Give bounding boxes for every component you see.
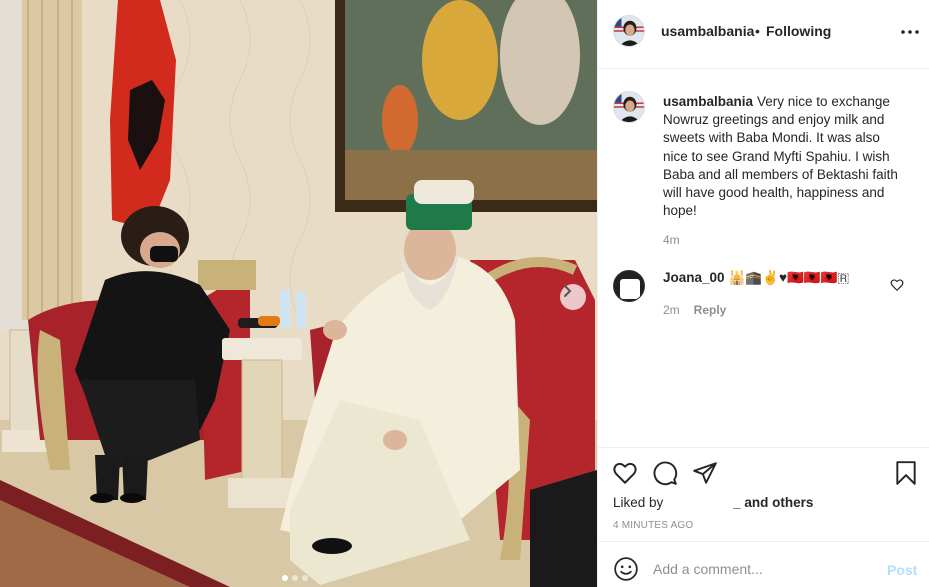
- comment-meta: 2m Reply: [663, 303, 726, 317]
- post-caption: usambalbania Very nice to exchange Nowruz…: [663, 93, 908, 220]
- author-username[interactable]: usambalbania: [661, 23, 754, 39]
- more-horizontal-icon: [901, 30, 919, 34]
- avatar-portrait-icon: [614, 16, 644, 46]
- like-button[interactable]: [612, 460, 638, 486]
- post-actions: Liked by _ and others 4 MINUTES AGO: [598, 447, 929, 541]
- caption-text: Very nice to exchange Nowruz greetings a…: [663, 94, 898, 219]
- comment-button[interactable]: [652, 460, 678, 486]
- comment-icon: [653, 461, 678, 486]
- more-options-button[interactable]: [898, 20, 922, 44]
- emoji-button[interactable]: [613, 556, 639, 582]
- post-sidebar: usambalbania • Following usambalbania Ver…: [597, 0, 929, 587]
- liked-by-username-suffix[interactable]: _: [733, 495, 741, 510]
- commenter-avatar[interactable]: [613, 270, 645, 302]
- follow-separator: •: [755, 23, 760, 39]
- caption-timestamp[interactable]: 4m: [663, 233, 680, 247]
- post-photo-illustration: [0, 0, 597, 587]
- liked-by-summary: Liked by _ and others: [613, 495, 813, 510]
- chevron-right-icon: [564, 285, 572, 297]
- commenter-username[interactable]: Joana_00: [663, 270, 725, 285]
- comment-body: 🕌🕋✌️♥🇦🇱🇦🇱🇦🇱🇷: [728, 270, 850, 285]
- heart-icon: [613, 462, 637, 484]
- comment-input[interactable]: [653, 555, 873, 583]
- liked-by-user-redacted: [667, 497, 734, 507]
- carousel-dot-2: [292, 575, 298, 581]
- following-button[interactable]: Following: [766, 23, 831, 39]
- bookmark-icon: [896, 461, 916, 485]
- smiley-icon: [614, 557, 638, 581]
- post-timestamp[interactable]: 4 MINUTES AGO: [613, 520, 693, 531]
- reply-button[interactable]: Reply: [694, 303, 727, 317]
- caption-author-avatar[interactable]: [613, 91, 645, 123]
- save-button[interactable]: [893, 460, 919, 486]
- author-avatar[interactable]: [613, 15, 645, 47]
- send-icon: [693, 462, 717, 484]
- post-header: usambalbania • Following: [598, 0, 929, 69]
- post-comment-button[interactable]: Post: [887, 562, 917, 578]
- comment-timestamp[interactable]: 2m: [663, 303, 680, 317]
- share-button[interactable]: [692, 460, 718, 486]
- caption-username[interactable]: usambalbania: [663, 94, 753, 109]
- carousel-dot-3: [302, 575, 308, 581]
- liked-by-prefix: Liked by: [613, 495, 664, 510]
- comment-like-button[interactable]: [890, 278, 904, 292]
- carousel-next-button[interactable]: [560, 284, 586, 310]
- heart-icon: [890, 279, 904, 291]
- avatar-portrait-icon: [614, 92, 644, 122]
- comment: Joana_00 🕌🕋✌️♥🇦🇱🇦🇱🇦🇱🇷: [663, 270, 849, 286]
- carousel-dot-1: [282, 575, 288, 581]
- carousel-indicator: [282, 575, 308, 581]
- and-others-link[interactable]: and others: [744, 495, 813, 510]
- add-comment-bar: Post: [598, 541, 929, 587]
- post-image[interactable]: [0, 0, 597, 587]
